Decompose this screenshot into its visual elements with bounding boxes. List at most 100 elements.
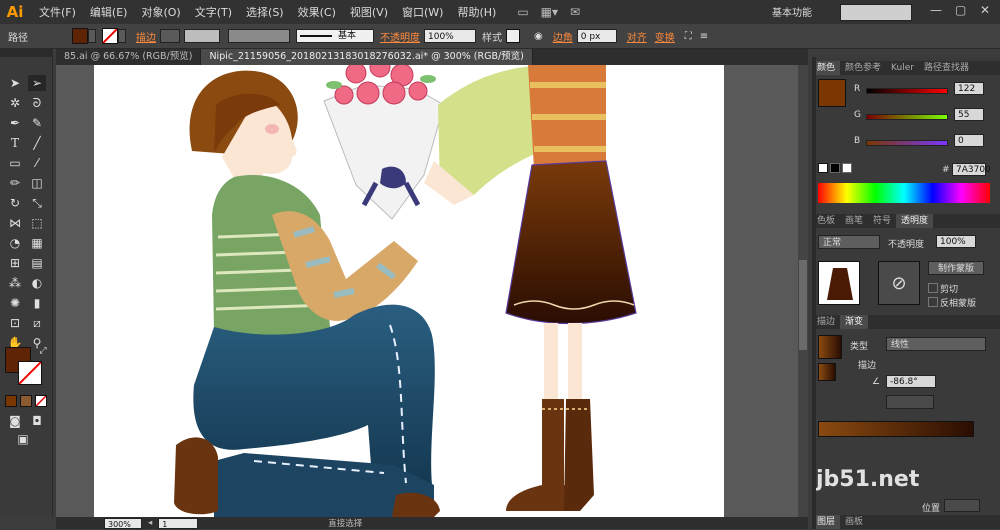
stroke-color-box[interactable]	[18, 361, 42, 385]
color-mode-button[interactable]	[5, 395, 17, 407]
pen-tool-icon[interactable]: ✒	[6, 115, 24, 131]
draw-normal-icon[interactable]: ◙	[6, 413, 24, 429]
pencil-tool-icon[interactable]: ✏	[6, 175, 24, 191]
none-mode-button[interactable]	[35, 395, 47, 407]
doc-tab-2[interactable]: Nipic_21159056_20180213183018276032.ai* …	[201, 49, 533, 65]
paintbrush-tool-icon[interactable]: ⁄	[28, 155, 46, 171]
feedback-icon[interactable]: ✉	[570, 5, 580, 19]
gradient-type-select[interactable]: 线性	[886, 337, 986, 351]
rectangle-tool-icon[interactable]: ▭	[6, 155, 24, 171]
artboard-number-input[interactable]: 1	[158, 517, 199, 529]
stroke-link[interactable]: 描边	[136, 29, 156, 44]
minimize-icon[interactable]: —	[930, 3, 942, 17]
black-color-chip[interactable]	[830, 163, 840, 173]
tab-transparency[interactable]: 透明度	[896, 214, 934, 228]
tab-layers[interactable]: 图层	[812, 515, 841, 529]
tab-color-guide[interactable]: 颜色参考	[840, 61, 886, 75]
direct-selection-tool-icon[interactable]: ➢	[28, 75, 46, 91]
make-mask-button[interactable]: 制作蒙版	[928, 261, 984, 275]
zoom-input[interactable]: 300%	[104, 517, 142, 529]
hex-input[interactable]: 7A3700	[952, 163, 991, 176]
panel-menu-icon[interactable]: ≡	[700, 31, 708, 42]
b-slider[interactable]	[866, 140, 948, 146]
tab-swatches[interactable]: 色板	[812, 214, 840, 228]
lasso-tool-icon[interactable]: ᘐ	[28, 95, 46, 111]
r-slider[interactable]	[866, 88, 948, 94]
swap-colors-icon[interactable]: ⤢	[34, 343, 52, 359]
selection-tool-icon[interactable]: ➤	[6, 75, 24, 91]
slice-tool-icon[interactable]: ⧄	[28, 315, 46, 331]
stroke-swatch[interactable]	[102, 28, 118, 44]
eraser-tool-icon[interactable]: ◫	[28, 175, 46, 191]
tab-kuler[interactable]: Kuler	[886, 61, 919, 75]
mesh-tool-icon[interactable]: ⊞	[6, 255, 24, 271]
search-input[interactable]	[840, 4, 912, 21]
perspective-grid-tool-icon[interactable]: ▦	[28, 235, 46, 251]
color-panel-fill-swatch[interactable]	[818, 79, 846, 107]
artboard[interactable]	[94, 65, 724, 517]
stroke-dropdown[interactable]	[118, 29, 126, 43]
transparency-opacity-input[interactable]: 100%	[936, 235, 976, 248]
fill-swatch[interactable]	[72, 28, 88, 44]
tab-stroke[interactable]: 描边	[812, 315, 840, 329]
recolor-icon[interactable]: ◉	[534, 31, 543, 42]
b-input[interactable]: 0	[954, 134, 984, 147]
g-slider[interactable]	[866, 114, 948, 120]
line-tool-icon[interactable]: ╱	[28, 135, 46, 151]
stroke-weight-input[interactable]	[184, 29, 220, 43]
transform-link[interactable]: 变换	[655, 29, 675, 44]
brush-definition[interactable]: 基本	[296, 29, 374, 43]
variable-width-profile[interactable]	[228, 29, 290, 43]
stroke-weight-stepper[interactable]	[160, 29, 180, 43]
color-spectrum[interactable]	[818, 183, 990, 203]
r-input[interactable]: 122	[954, 82, 984, 95]
corner-link[interactable]: 边角	[553, 29, 573, 44]
white-color-chip[interactable]	[842, 163, 852, 173]
draw-behind-icon[interactable]: ◘	[28, 413, 46, 429]
menu-type[interactable]: 文字(T)	[188, 4, 239, 20]
restore-icon[interactable]: ▢	[955, 3, 966, 17]
gradient-tool-icon[interactable]: ▤	[28, 255, 46, 271]
isolate-icon[interactable]: ⛶	[685, 31, 692, 42]
curvature-tool-icon[interactable]: ✎	[28, 115, 46, 131]
magic-wand-tool-icon[interactable]: ✲	[6, 95, 24, 111]
gradient-mode-button[interactable]	[20, 395, 32, 407]
symbol-sprayer-tool-icon[interactable]: ✺	[6, 295, 24, 311]
gradient-angle-input[interactable]: -86.8°	[886, 375, 936, 388]
menu-file[interactable]: 文件(F)	[32, 4, 83, 20]
blend-mode-select[interactable]: 正常	[818, 235, 880, 249]
arrange-documents-icon[interactable]: ▦▾	[541, 5, 558, 19]
rotate-tool-icon[interactable]: ↻	[6, 195, 24, 211]
gradient-fill-stroke-box[interactable]	[818, 363, 836, 381]
menu-help[interactable]: 帮助(H)	[450, 4, 503, 20]
free-transform-tool-icon[interactable]: ⬚	[28, 215, 46, 231]
menu-window[interactable]: 窗口(W)	[395, 4, 450, 20]
prev-artboard-icon[interactable]: ◂	[148, 518, 152, 528]
bridge-icon[interactable]: ▭	[517, 5, 528, 19]
tab-pathfinder[interactable]: 路径查找器	[919, 61, 974, 75]
graph-tool-icon[interactable]: ▮	[28, 295, 46, 311]
invert-mask-checkbox[interactable]	[928, 297, 938, 307]
tab-artboards[interactable]: 画板	[840, 515, 868, 529]
blend-tool-icon[interactable]: ◐	[28, 275, 46, 291]
graphic-style-swatch[interactable]	[506, 29, 520, 43]
menu-edit[interactable]: 编辑(E)	[83, 4, 135, 20]
width-tool-icon[interactable]: ⋈	[6, 215, 24, 231]
clip-checkbox[interactable]	[928, 283, 938, 293]
opacity-input[interactable]: 100%	[424, 29, 476, 43]
vertical-scroll-thumb[interactable]	[799, 260, 807, 350]
doc-tab-1[interactable]: 85.ai @ 66.67% (RGB/预览)	[56, 49, 202, 65]
tab-gradient[interactable]: 渐变	[840, 315, 869, 329]
fill-dropdown[interactable]	[88, 29, 96, 43]
scale-tool-icon[interactable]: ⤡	[28, 195, 46, 211]
shape-builder-tool-icon[interactable]: ◔	[6, 235, 24, 251]
tab-brushes[interactable]: 画笔	[840, 214, 868, 228]
g-input[interactable]: 55	[954, 108, 984, 121]
opacity-link[interactable]: 不透明度	[380, 29, 420, 44]
menu-select[interactable]: 选择(S)	[239, 4, 291, 20]
canvas-area[interactable]	[56, 65, 798, 517]
menu-object[interactable]: 对象(O)	[134, 4, 187, 20]
close-icon[interactable]: ✕	[980, 3, 990, 17]
type-tool-icon[interactable]: T	[6, 135, 24, 151]
tab-color[interactable]: 颜色	[812, 61, 841, 75]
